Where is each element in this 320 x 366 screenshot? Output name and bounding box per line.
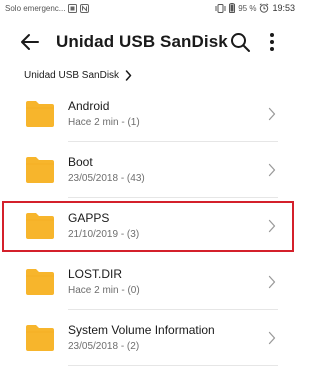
file-meta: Hace 2 min - (1) [68, 117, 140, 128]
more-vert-icon [270, 33, 274, 51]
vibrate-icon [215, 3, 226, 13]
list-item-boot[interactable]: Boot 23/05/2018 - (43) [0, 142, 300, 198]
page-title: Unidad USB SanDisk [56, 32, 228, 51]
alarm-icon [259, 3, 269, 13]
folder-icon [26, 325, 54, 351]
nfc-icon [80, 4, 90, 13]
file-meta: 23/05/2018 - (43) [68, 173, 145, 184]
file-name: System Volume Information [68, 323, 215, 337]
chevron-right-icon [268, 163, 276, 177]
battery-icon [229, 3, 236, 13]
battery-percent: 95 % [238, 3, 257, 13]
folder-icon [26, 101, 54, 127]
folder-icon [26, 269, 54, 295]
file-name: Android [68, 99, 110, 113]
clock-time: 19:53 [272, 3, 295, 13]
app-bar: Unidad USB SanDisk [0, 20, 300, 64]
file-list: Android Hace 2 min - (1) Boot 23/05/2018… [0, 86, 300, 366]
list-item-system-volume-information[interactable]: System Volume Information 23/05/2018 - (… [0, 310, 300, 366]
breadcrumb[interactable]: Unidad USB SanDisk [24, 66, 132, 84]
chevron-right-icon [268, 331, 276, 345]
chevron-right-icon [268, 275, 276, 289]
file-meta: 23/05/2018 - (2) [68, 341, 140, 352]
chevron-right-icon [125, 69, 132, 81]
folder-icon [26, 213, 54, 239]
file-meta: Hace 2 min - (0) [68, 285, 140, 296]
folder-icon [26, 157, 54, 183]
status-left: Solo emergenc... [5, 4, 90, 13]
file-name: GAPPS [68, 211, 110, 225]
breadcrumb-label: Unidad USB SanDisk [24, 69, 120, 81]
arrow-back-icon [21, 34, 39, 50]
file-manager-screen: Solo emergenc... 95 % 19:53 Unidad USB S… [0, 0, 300, 366]
chevron-right-icon [268, 107, 276, 121]
list-item-android[interactable]: Android Hace 2 min - (1) [0, 86, 300, 142]
search-icon [231, 33, 250, 52]
file-name: LOST.DIR [68, 267, 123, 281]
file-meta: 21/10/2019 - (3) [68, 229, 140, 240]
status-bar: Solo emergenc... 95 % 19:53 [0, 0, 300, 18]
screenshot-icon [68, 4, 78, 13]
chevron-right-icon [268, 219, 276, 233]
carrier-text: Solo emergenc... [5, 4, 66, 13]
file-name: Boot [68, 155, 93, 169]
list-item-gapps[interactable]: GAPPS 21/10/2019 - (3) [0, 198, 300, 254]
list-item-lost-dir[interactable]: LOST.DIR Hace 2 min - (0) [0, 254, 300, 310]
back-button[interactable] [18, 30, 42, 54]
more-options-button[interactable] [262, 30, 282, 54]
status-right: 95 % 19:53 [215, 3, 295, 13]
search-button[interactable] [228, 30, 252, 54]
